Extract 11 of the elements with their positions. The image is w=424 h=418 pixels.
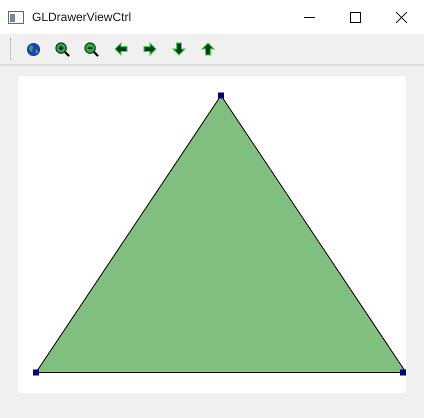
arrow-left-icon xyxy=(114,42,128,56)
zoom-in-icon xyxy=(55,42,70,56)
arrow-up-icon xyxy=(200,42,214,56)
maximize-icon xyxy=(350,12,360,22)
arrow-right-icon xyxy=(142,42,156,56)
window-icon xyxy=(8,10,24,24)
zoom-out-icon xyxy=(84,42,99,56)
close-icon xyxy=(396,12,406,22)
window-title: GLDrawerViewCtrl xyxy=(32,9,132,26)
arrow-down-icon xyxy=(172,42,186,56)
globe-icon xyxy=(26,42,41,56)
